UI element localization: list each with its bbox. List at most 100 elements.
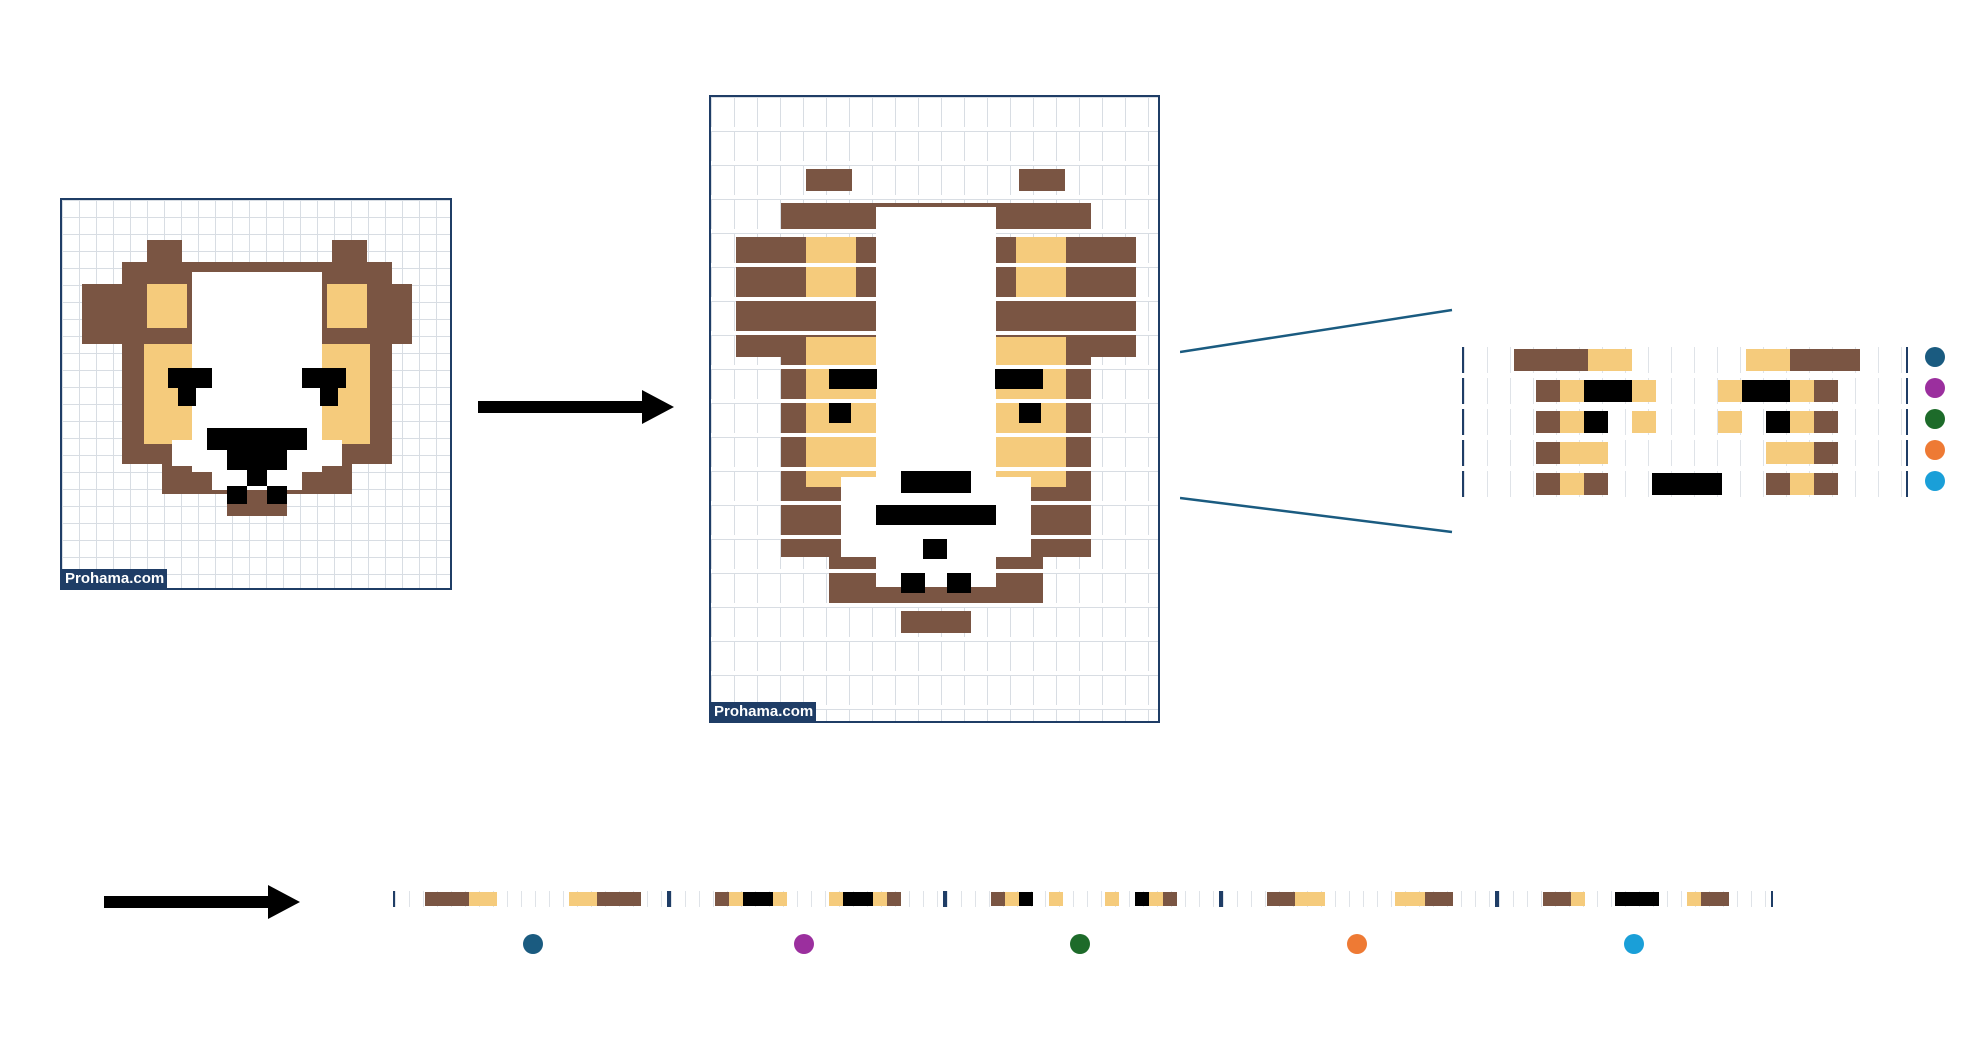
pixel-block <box>1814 473 1838 495</box>
pixel-block <box>168 368 212 388</box>
pixel-block <box>1652 473 1722 495</box>
row-marker-dot <box>1925 378 1945 398</box>
pixel-block <box>1814 380 1838 402</box>
pixel-block <box>1267 892 1295 906</box>
flat-segment-3 <box>945 891 1221 907</box>
pixel-block <box>1701 892 1729 906</box>
pixel-block <box>1742 380 1790 402</box>
pixel-block <box>1814 411 1838 433</box>
zoom-connector-lines <box>1180 308 1453 534</box>
row-marker-dot <box>1925 409 1945 429</box>
pixel-block <box>1632 411 1656 433</box>
pixel-block <box>1687 892 1701 906</box>
pixel-block <box>773 892 787 906</box>
pixel-block <box>569 892 597 906</box>
segment-marker-dot <box>523 934 543 954</box>
flat-segment-4 <box>1221 891 1497 907</box>
pixel-block <box>887 892 901 906</box>
pixel-block <box>320 388 338 406</box>
pixel-block <box>873 892 887 906</box>
pixel-block <box>1814 442 1838 464</box>
row-separators <box>711 97 1158 721</box>
pixel-block <box>1019 892 1033 906</box>
pixel-block <box>327 284 367 328</box>
pixel-block <box>1632 380 1656 402</box>
pixel-block <box>991 892 1005 906</box>
row-marker-dot <box>1925 440 1945 460</box>
pixel-block <box>1295 892 1325 906</box>
right-arrow-icon <box>104 885 300 919</box>
zoom-row-4 <box>1462 440 1908 466</box>
segment-marker-dot <box>1624 934 1644 954</box>
pixel-block <box>469 892 497 906</box>
pixel-block <box>1425 892 1453 906</box>
pixel-block <box>1718 380 1742 402</box>
zoom-row-5 <box>1462 471 1908 497</box>
pixel-block <box>597 892 641 906</box>
pixel-block <box>1560 380 1584 402</box>
watermark: Prohama.com <box>711 702 817 721</box>
pixel-block <box>247 470 267 486</box>
pixel-block <box>1584 473 1608 495</box>
zoom-row-3 <box>1462 409 1908 435</box>
pixel-block <box>1560 442 1608 464</box>
right-arrow-icon <box>478 390 674 424</box>
pixel-block <box>207 428 307 450</box>
watermark: Prohama.com <box>62 569 168 588</box>
segment-marker-dot <box>1347 934 1367 954</box>
pixel-block <box>829 892 843 906</box>
flattened-row-strip <box>393 891 1773 907</box>
pixel-block <box>1005 892 1019 906</box>
pixel-block <box>1790 411 1814 433</box>
pixel-block <box>1105 892 1119 906</box>
row-marker-dot <box>1925 347 1945 367</box>
pixel-block <box>1790 349 1860 371</box>
pixel-block <box>1766 442 1814 464</box>
pixel-block <box>1584 380 1632 402</box>
pixel-block <box>1543 892 1571 906</box>
pixel-block <box>1395 892 1425 906</box>
zoom-row-1 <box>1462 347 1908 373</box>
pixel-block <box>729 892 743 906</box>
pixel-block <box>1718 411 1742 433</box>
flat-segment-5 <box>1497 891 1773 907</box>
pixel-block <box>147 240 182 262</box>
row-split-grid: Prohama.com <box>709 95 1160 723</box>
pixel-block <box>1536 380 1560 402</box>
pixel-block <box>1049 892 1063 906</box>
segment-marker-dot <box>1070 934 1090 954</box>
pixel-block <box>425 892 469 906</box>
pixel-block <box>1615 892 1659 906</box>
pixel-block <box>1746 349 1790 371</box>
pixel-block <box>1163 892 1177 906</box>
pixel-block <box>1514 349 1588 371</box>
pixel-block <box>1766 473 1790 495</box>
pixel-block <box>1790 380 1814 402</box>
pixel-block <box>147 284 187 328</box>
pixel-block <box>743 892 773 906</box>
pixel-block <box>227 486 247 504</box>
pixel-block <box>1560 473 1584 495</box>
pixel-block <box>1588 349 1632 371</box>
pixel-block <box>1536 411 1560 433</box>
pixel-block <box>1560 411 1584 433</box>
pixel-block <box>332 240 367 262</box>
pixel-block <box>843 892 873 906</box>
pixel-block <box>178 388 196 406</box>
pixel-block <box>1135 892 1149 906</box>
segment-marker-dot <box>794 934 814 954</box>
flat-segment-2 <box>669 891 945 907</box>
original-pixel-grid: Prohama.com <box>60 198 452 590</box>
pixel-block <box>1790 473 1814 495</box>
pixel-block <box>715 892 729 906</box>
pixel-block <box>1571 892 1585 906</box>
pixel-block <box>267 486 287 504</box>
zoom-row-2 <box>1462 378 1908 404</box>
row-marker-dot <box>1925 471 1945 491</box>
pixel-block <box>1149 892 1163 906</box>
flat-segment-1 <box>393 891 669 907</box>
pixel-block <box>1766 411 1790 433</box>
pixel-block <box>227 450 287 470</box>
pixel-block <box>1584 411 1608 433</box>
pixel-block <box>1536 473 1560 495</box>
